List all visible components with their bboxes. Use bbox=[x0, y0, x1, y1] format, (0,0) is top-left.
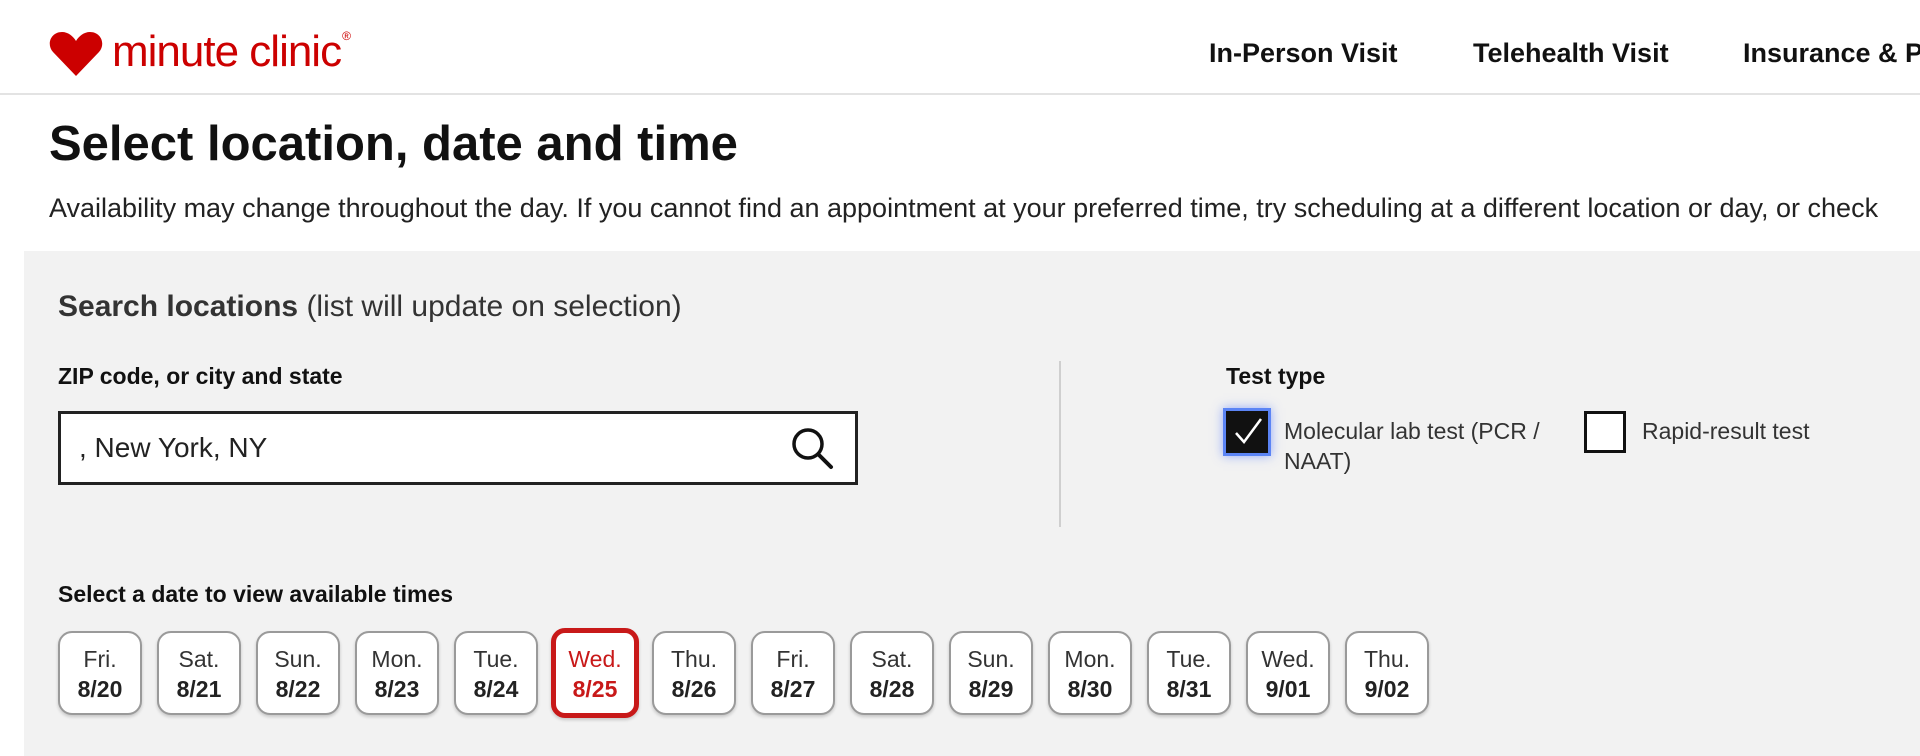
date-selector-label: Select a date to view available times bbox=[58, 581, 454, 607]
date-button[interactable]: Wed. 9/01 bbox=[1246, 631, 1330, 715]
rapid-checkbox[interactable] bbox=[1584, 411, 1626, 453]
date-value: 8/20 bbox=[77, 676, 123, 702]
date-value: 8/25 bbox=[572, 676, 618, 702]
panel-divider bbox=[1059, 361, 1061, 527]
date-weekday: Thu. bbox=[1363, 646, 1411, 672]
date-value: 9/02 bbox=[1364, 676, 1410, 702]
date-weekday: Thu. bbox=[670, 646, 718, 672]
date-weekday: Tue. bbox=[473, 646, 519, 672]
date-button[interactable]: Tue. 8/31 bbox=[1147, 631, 1231, 715]
rapid-label: Rapid-result test bbox=[1642, 418, 1810, 444]
test-option-rapid[interactable]: Rapid-result test bbox=[1584, 411, 1809, 453]
date-value: 8/22 bbox=[275, 676, 321, 702]
search-heading-note: (list will update on selection) bbox=[306, 290, 682, 323]
date-value: 8/24 bbox=[473, 676, 519, 702]
date-value: 8/28 bbox=[869, 676, 915, 702]
nav-telehealth-visit[interactable]: Telehealth Visit bbox=[1473, 36, 1669, 70]
nav-in-person-visit[interactable]: In-Person Visit bbox=[1209, 36, 1398, 70]
date-button[interactable]: Thu. 8/26 bbox=[652, 631, 736, 715]
zip-field-label: ZIP code, or city and state bbox=[58, 363, 343, 389]
date-button[interactable]: Sun. 8/22 bbox=[256, 631, 340, 715]
date-button[interactable]: Fri. 8/20 bbox=[58, 631, 142, 715]
date-weekday: Fri. bbox=[776, 646, 810, 672]
test-option-molecular[interactable]: Molecular lab test (PCR / NAAT) bbox=[1226, 411, 1574, 476]
page-subtitle: Availability may change throughout the d… bbox=[49, 193, 1879, 223]
date-weekday: Sun. bbox=[967, 646, 1015, 672]
top-nav: In-Person Visit Telehealth Visit Insuran… bbox=[0, 36, 1920, 70]
date-weekday: Wed. bbox=[568, 646, 622, 672]
search-heading: Search locations (list will update on se… bbox=[58, 287, 682, 327]
date-button[interactable]: Mon. 8/30 bbox=[1048, 631, 1132, 715]
date-weekday: Sun. bbox=[274, 646, 322, 672]
date-button[interactable]: Tue. 8/24 bbox=[454, 631, 538, 715]
molecular-checkbox[interactable] bbox=[1226, 411, 1268, 453]
nav-insurance[interactable]: Insurance & P bbox=[1743, 36, 1920, 70]
page-title: Select location, date and time bbox=[49, 117, 738, 171]
zip-field-box bbox=[58, 411, 858, 485]
zip-input[interactable] bbox=[79, 414, 759, 482]
date-weekday: Mon. bbox=[371, 646, 423, 672]
date-weekday: Sat. bbox=[871, 646, 913, 672]
site-header: minute clinic ® In-Person Visit Teleheal… bbox=[0, 0, 1920, 95]
date-button[interactable]: Sat. 8/28 bbox=[850, 631, 934, 715]
date-value: 8/29 bbox=[968, 676, 1014, 702]
test-type-label: Test type bbox=[1226, 363, 1326, 389]
date-value: 8/30 bbox=[1067, 676, 1113, 702]
date-value: 8/31 bbox=[1166, 676, 1212, 702]
date-button[interactable]: Thu. 9/02 bbox=[1345, 631, 1429, 715]
date-value: 8/26 bbox=[671, 676, 717, 702]
date-value: 8/23 bbox=[374, 676, 420, 702]
date-button[interactable]: Wed. 8/25 bbox=[551, 628, 639, 718]
date-weekday: Tue. bbox=[1166, 646, 1212, 672]
date-weekday: Mon. bbox=[1064, 646, 1116, 672]
search-icon[interactable] bbox=[789, 425, 835, 471]
date-value: 8/27 bbox=[770, 676, 816, 702]
checkmark-icon bbox=[1235, 418, 1263, 444]
date-button[interactable]: Fri. 8/27 bbox=[751, 631, 835, 715]
date-weekday: Wed. bbox=[1261, 646, 1315, 672]
date-button[interactable]: Sat. 8/21 bbox=[157, 631, 241, 715]
date-weekday: Fri. bbox=[83, 646, 117, 672]
date-button[interactable]: Sun. 8/29 bbox=[949, 631, 1033, 715]
date-weekday: Sat. bbox=[178, 646, 220, 672]
date-button[interactable]: Mon. 8/23 bbox=[355, 631, 439, 715]
search-panel: Search locations (list will update on se… bbox=[24, 251, 1920, 756]
date-value: 8/21 bbox=[176, 676, 222, 702]
molecular-label: Molecular lab test (PCR / NAAT) bbox=[1284, 418, 1540, 474]
date-value: 9/01 bbox=[1265, 676, 1311, 702]
search-heading-bold: Search locations bbox=[58, 290, 299, 323]
